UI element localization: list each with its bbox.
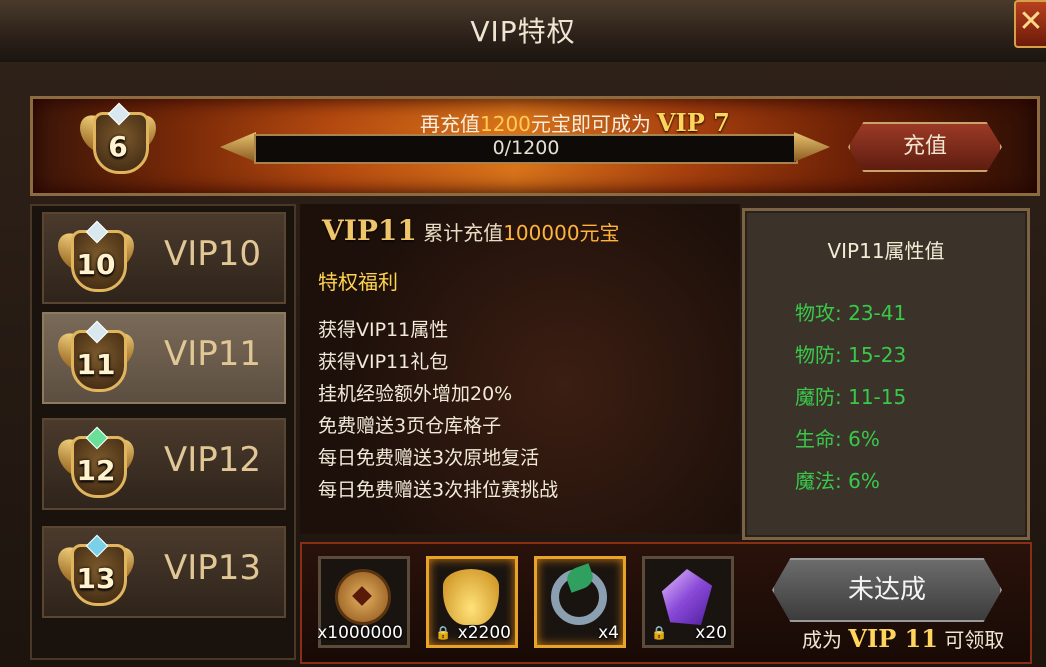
perk-item: 每日免费赠送3次排位赛挑战 bbox=[318, 479, 559, 501]
sidebar-item-vip10[interactable]: 10 VIP10 bbox=[42, 212, 286, 304]
attribute-name: 物防: bbox=[795, 343, 842, 367]
perk-item: 挂机经验额外增加20% bbox=[318, 383, 513, 405]
perks-list: 获得VIP11属性 获得VIP11礼包 挂机经验额外增加20% 免费赠送3页仓库… bbox=[318, 314, 558, 506]
vip10-badge-icon: 10 bbox=[58, 220, 134, 292]
sidebar-item-vip12[interactable]: 12 VIP12 bbox=[42, 418, 286, 510]
attribute-name: 物攻: bbox=[795, 301, 842, 325]
sidebar-item-label: VIP13 bbox=[164, 548, 262, 588]
gold-ingot-icon bbox=[443, 569, 499, 625]
attribute-row: 魔防: 11-15 bbox=[795, 381, 906, 410]
attribute-name: 生命: bbox=[795, 427, 842, 451]
sidebar-item-label: VIP12 bbox=[164, 440, 262, 480]
attribute-name: 魔法: bbox=[795, 469, 842, 493]
claim-hint: 成为 VIP 11 可领取 bbox=[802, 624, 1004, 653]
claim-hint-vip: VIP 11 bbox=[848, 624, 939, 653]
crystal-icon bbox=[661, 569, 713, 625]
vip13-badge-number: 13 bbox=[76, 562, 116, 595]
reward-panel: x1000000 🔒 x2200 x4 🔒 x20 未达成 成为 VIP 11 … bbox=[300, 542, 1032, 664]
perk-item: 获得VIP11属性 bbox=[318, 319, 449, 341]
attribute-value: 6% bbox=[848, 427, 880, 451]
vip-detail-level: VIP11 bbox=[322, 214, 417, 247]
vip-level-list[interactable]: 10 VIP10 11 VIP11 12 VIP12 13 VIP13 bbox=[30, 204, 296, 660]
title-bar: VIP特权 ✕ bbox=[0, 0, 1046, 64]
window-title: VIP特权 bbox=[470, 15, 576, 48]
vip10-badge-number: 10 bbox=[76, 248, 116, 281]
attribute-panel: VIP11属性值 物攻: 23-41 物防: 15-23 魔防: 11-15 生… bbox=[742, 208, 1030, 540]
recharge-button[interactable]: 充值 bbox=[848, 122, 1002, 172]
next-vip-label: VIP 7 bbox=[656, 108, 730, 137]
vip11-badge-icon: 11 bbox=[58, 320, 134, 392]
perk-item: 获得VIP11礼包 bbox=[318, 351, 449, 373]
attribute-row: 物防: 15-23 bbox=[795, 339, 906, 368]
attribute-row: 物攻: 23-41 bbox=[795, 297, 906, 326]
reward-count: x1000000 bbox=[317, 623, 403, 643]
perk-item: 每日免费赠送3次原地复活 bbox=[318, 447, 540, 469]
cumulative-label: 累计充值 bbox=[423, 221, 504, 245]
vip11-badge-number: 11 bbox=[76, 348, 116, 381]
reward-slot-ingot[interactable]: 🔒 x2200 bbox=[426, 556, 518, 648]
lock-icon: 🔒 bbox=[435, 626, 452, 641]
ring-icon bbox=[551, 569, 607, 625]
perk-item: 免费赠送3页仓库格子 bbox=[318, 415, 502, 437]
reward-count: x4 bbox=[598, 623, 619, 643]
current-vip-badge-icon: 6 bbox=[80, 102, 156, 174]
vip13-badge-icon: 13 bbox=[58, 534, 134, 606]
reward-slot-crystal[interactable]: 🔒 x20 bbox=[642, 556, 734, 648]
attribute-name: 魔防: bbox=[795, 385, 842, 409]
sidebar-item-label: VIP10 bbox=[164, 234, 262, 274]
sidebar-item-vip11[interactable]: 11 VIP11 bbox=[42, 312, 286, 404]
progress-amount: 1200 bbox=[480, 112, 531, 136]
progress-prefix: 再充值 bbox=[420, 112, 480, 136]
attribute-row: 魔法: 6% bbox=[795, 465, 880, 494]
claim-button[interactable]: 未达成 bbox=[772, 558, 1002, 622]
reward-count: x20 bbox=[695, 623, 727, 643]
progress-bar: 0/1200 bbox=[254, 134, 798, 164]
claim-hint-prefix: 成为 bbox=[802, 628, 842, 652]
reward-count: x2200 bbox=[457, 623, 511, 643]
progress-text: 0/1200 bbox=[492, 137, 560, 159]
vip-detail-header: VIP11 累计充值100000元宝 bbox=[322, 214, 620, 247]
reward-slot-coin[interactable]: x1000000 bbox=[317, 556, 410, 648]
sidebar-item-vip13[interactable]: 13 VIP13 bbox=[42, 526, 286, 618]
progress-label: 再充值1200元宝即可成为 VIP 7 bbox=[420, 108, 730, 137]
sidebar-item-label: VIP11 bbox=[164, 334, 262, 374]
lock-icon: 🔒 bbox=[651, 626, 668, 641]
progress-middle: 元宝即可成为 bbox=[530, 112, 651, 136]
perks-title: 特权福利 bbox=[318, 270, 398, 294]
attribute-value: 23-41 bbox=[848, 301, 907, 325]
claim-hint-suffix: 可领取 bbox=[944, 628, 1005, 652]
vip12-badge-icon: 12 bbox=[58, 426, 134, 498]
coin-icon bbox=[335, 569, 391, 625]
vip-detail-panel: VIP11 累计充值100000元宝 特权福利 获得VIP11属性 获得VIP1… bbox=[300, 204, 740, 534]
attribute-value: 15-23 bbox=[848, 343, 907, 367]
attribute-row: 生命: 6% bbox=[795, 423, 880, 452]
reward-slot-ring[interactable]: x4 bbox=[534, 556, 626, 648]
close-icon[interactable]: ✕ bbox=[1014, 0, 1046, 48]
vip12-badge-number: 12 bbox=[76, 454, 116, 487]
cumulative-amount: 100000元宝 bbox=[503, 221, 620, 245]
attribute-value: 6% bbox=[848, 469, 880, 493]
attribute-title: VIP11属性值 bbox=[827, 239, 945, 263]
current-vip-level: 6 bbox=[108, 130, 128, 163]
attribute-value: 11-15 bbox=[848, 385, 907, 409]
